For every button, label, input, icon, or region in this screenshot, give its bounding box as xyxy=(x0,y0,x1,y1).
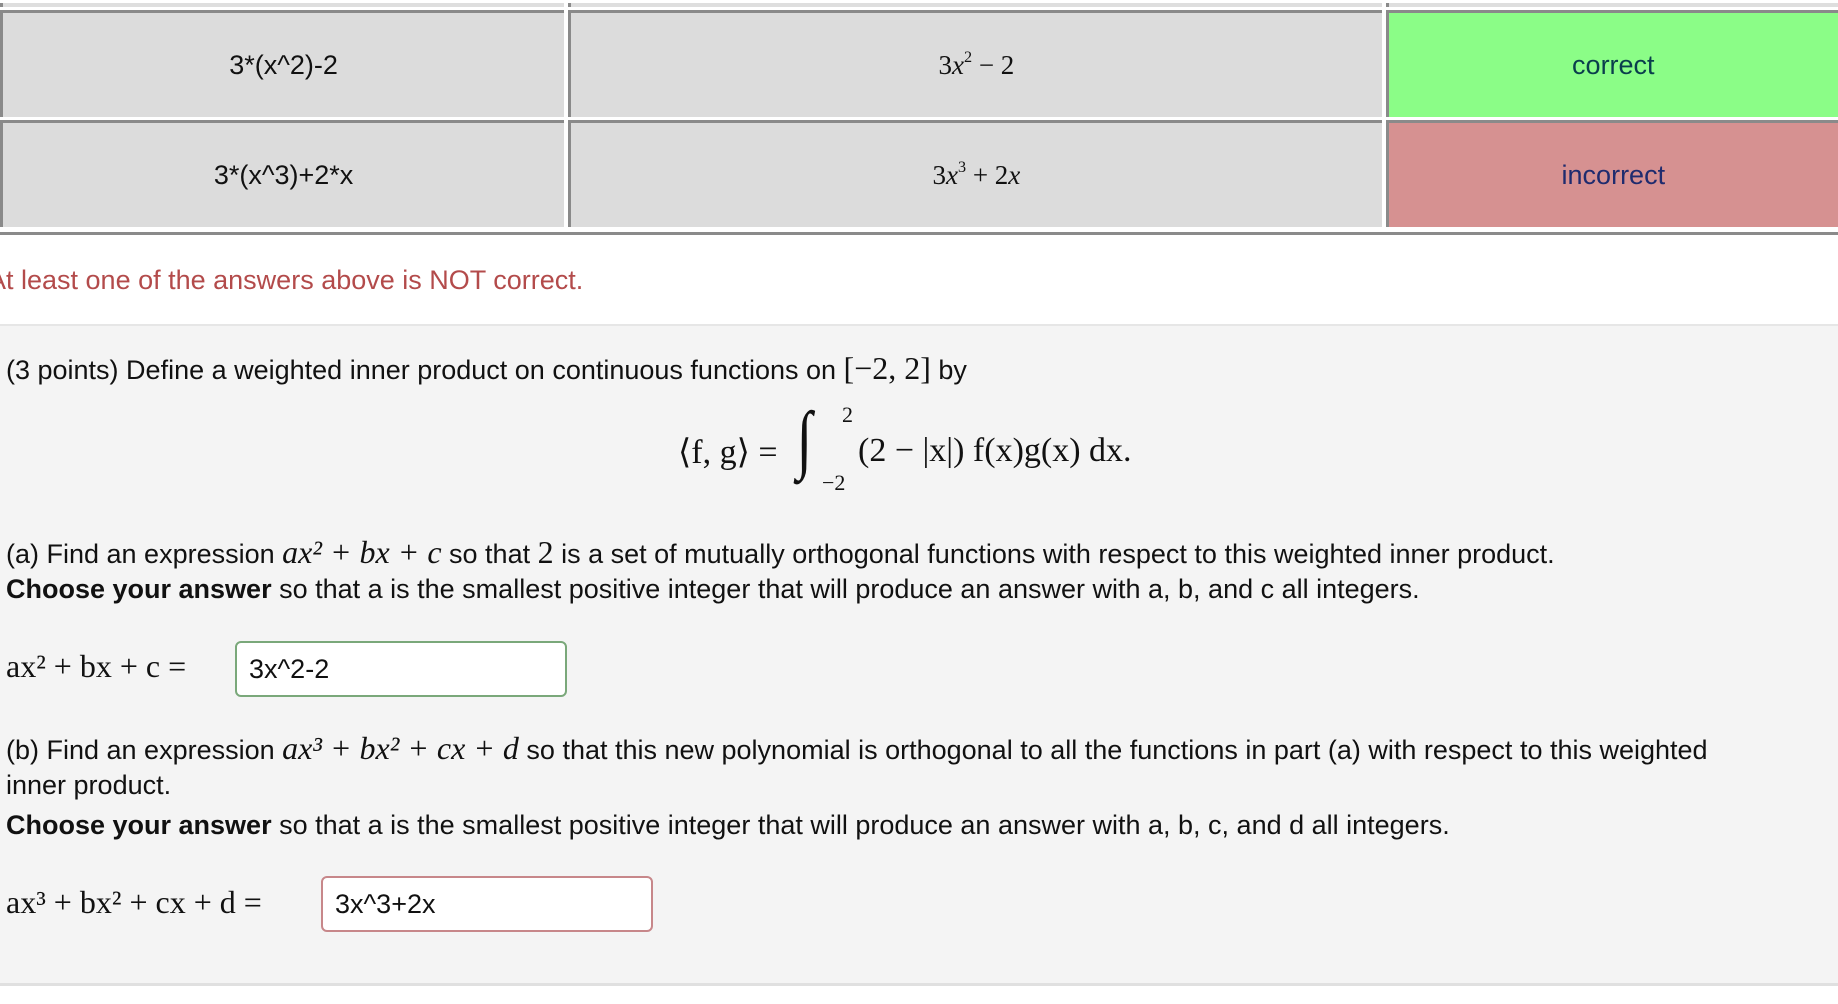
warning-message: At least one of the answers above is NOT… xyxy=(0,265,584,295)
result-cell-correct: correct xyxy=(1385,10,1838,117)
problem-intro: (3 points) Define a weighted inner produ… xyxy=(6,350,967,386)
table-row: 3*(x^2)-2 3x2 − 2 correct xyxy=(0,10,1838,117)
part-b-answer-input[interactable] xyxy=(321,876,653,932)
table-row-partial xyxy=(0,3,1838,7)
integral-sign: ∫ xyxy=(796,397,813,481)
answer-results-table: 3*(x^2)-2 3x2 − 2 correct 3*(x^3)+2*x 3x… xyxy=(0,0,1838,230)
part-a-answer-input[interactable] xyxy=(235,641,567,697)
part-a-prompt: (a) Find an expression ax² + bx + c so t… xyxy=(6,534,1555,570)
part-a-instructions: Choose your answer so that a is the smal… xyxy=(6,574,1420,604)
part-b-prompt-cont: inner product. xyxy=(6,770,172,800)
inner-product-formula: ⟨f, g⟩ = ∫ 2 −2 (2 − |x|) f(x)g(x) dx. xyxy=(678,397,1132,495)
problem-panel: (3 points) Define a weighted inner produ… xyxy=(0,324,1838,986)
entered-answer-cell: 3*(x^2)-2 xyxy=(0,10,565,117)
part-b-prompt: (b) Find an expression ax³ + bx² + cx + … xyxy=(6,730,1708,766)
table-row: 3*(x^3)+2*x 3x3 + 2x incorrect xyxy=(0,120,1838,227)
table-bottom-border xyxy=(0,232,1838,235)
answer-preview-cell: 3x3 + 2x xyxy=(568,120,1382,227)
answer-preview-cell: 3x2 − 2 xyxy=(568,10,1382,117)
entered-answer-cell: 3*(x^3)+2*x xyxy=(0,120,565,227)
result-cell-incorrect: incorrect xyxy=(1385,120,1838,227)
part-b-answer-label: ax³ + bx² + cx + d = xyxy=(6,884,262,920)
part-a-answer-label: ax² + bx + c = xyxy=(6,648,187,684)
part-b-instructions: Choose your answer so that a is the smal… xyxy=(6,810,1450,840)
